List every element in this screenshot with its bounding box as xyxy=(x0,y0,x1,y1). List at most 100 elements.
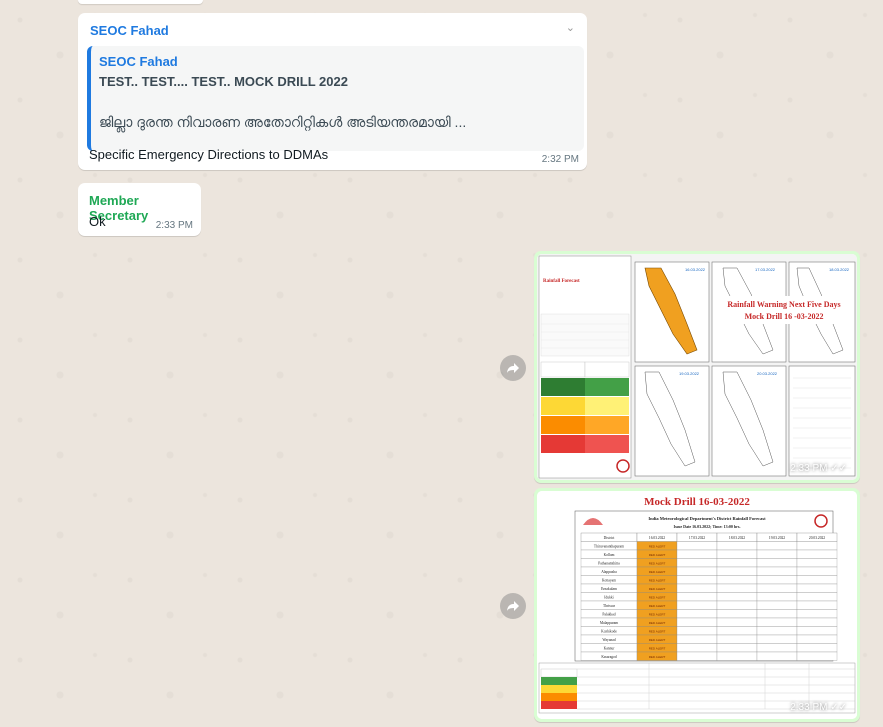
table-cell xyxy=(716,549,758,559)
table-cell xyxy=(676,651,718,661)
map-date-2: 17.03.2022 xyxy=(755,267,776,272)
district-name: Malappuram xyxy=(600,621,619,625)
message-sender[interactable]: SEOC Fahad xyxy=(90,23,169,38)
table-cell xyxy=(676,558,718,568)
image-message-rainfall-maps[interactable]: Rainfall Forecast 16.03.2022 17.03.2022 … xyxy=(534,251,860,483)
image-message-district-forecast[interactable]: Mock Drill 16-03-2022 India Meteorologic… xyxy=(534,488,860,722)
message-bubble-member-secretary[interactable]: Member Secretary Ok 2:33 PM xyxy=(78,183,201,236)
message-time: 2:33 PM xyxy=(155,220,193,231)
table-cell xyxy=(756,575,798,585)
quoted-sender: SEOC Fahad xyxy=(99,54,178,69)
map-date-5: 20.03.2022 xyxy=(757,371,778,376)
table-cell xyxy=(716,634,758,644)
rainfall-forecast-label: Rainfall Forecast xyxy=(543,279,580,284)
district-name: Kannur xyxy=(604,647,616,651)
table-cell xyxy=(716,558,758,568)
previous-message-edge xyxy=(78,0,203,4)
table-cell xyxy=(716,583,758,593)
table-cell xyxy=(796,600,838,610)
table-cell xyxy=(676,609,718,619)
quoted-text-line1: TEST.. TEST.... TEST.. MOCK DRILL 2022 xyxy=(99,74,348,89)
message-text: Specific Emergency Directions to DDMAs xyxy=(89,147,329,162)
district-name: Palakkad xyxy=(602,613,615,617)
table-cell xyxy=(716,566,758,576)
table-subtitle: Issue Date 16.03.2022; Time: 13:00 hrs. xyxy=(674,524,741,529)
table-cell xyxy=(756,626,798,636)
table-cell xyxy=(756,541,798,551)
table-cell xyxy=(796,617,838,627)
table-header-label: District xyxy=(604,536,615,540)
table-header-label: 17.03.2022 xyxy=(689,536,705,540)
table-cell xyxy=(756,566,798,576)
table-cell xyxy=(756,651,798,661)
table-cell xyxy=(676,583,718,593)
table-cell xyxy=(676,643,718,653)
forward-icon[interactable] xyxy=(500,355,526,381)
alert-label: RED ALERT xyxy=(649,647,666,651)
district-name: Kollam xyxy=(604,553,615,557)
table-cell xyxy=(756,634,798,644)
district-name: Kasaragod xyxy=(601,655,617,659)
table-cell xyxy=(796,583,838,593)
table-header-label: 18.03.2022 xyxy=(729,536,745,540)
rainfall-warning-graphic: Rainfall Forecast 16.03.2022 17.03.2022 … xyxy=(537,254,857,480)
table-cell xyxy=(796,609,838,619)
alert-label: RED ALERT xyxy=(649,630,666,634)
table-cell xyxy=(796,566,838,576)
district-name: Thiruvananthapuram xyxy=(594,545,624,549)
alert-label: RED ALERT xyxy=(649,579,666,583)
table-cell xyxy=(796,549,838,559)
table-cell xyxy=(676,566,718,576)
district-name: Idukki xyxy=(604,596,613,600)
map-date-1: 16.03.2022 xyxy=(685,267,706,272)
table-cell xyxy=(676,541,718,551)
table-cell xyxy=(796,643,838,653)
table-cell xyxy=(756,643,798,653)
table-cell xyxy=(676,626,718,636)
chevron-down-icon[interactable]: ⌄ xyxy=(566,21,575,34)
table-cell xyxy=(796,592,838,602)
table-title: India Meteorological Department's Distri… xyxy=(648,516,766,521)
table-cell xyxy=(756,549,798,559)
table-cell xyxy=(716,600,758,610)
image-timestamp: 2:33 PM ✓✓ xyxy=(790,463,847,474)
alert-label: RED ALERT xyxy=(649,621,666,625)
district-name: Thrissur xyxy=(603,604,616,608)
table-cell xyxy=(796,575,838,585)
message-time: 2:32 PM xyxy=(541,154,579,165)
alert-label: RED ALERT xyxy=(649,613,666,617)
table-header-label: 19.03.2022 xyxy=(769,536,785,540)
table-header-label: 20.03.2022 xyxy=(809,536,825,540)
table-cell xyxy=(796,541,838,551)
message-bubble-seoc[interactable]: SEOC Fahad ⌄ SEOC Fahad TEST.. TEST.... … xyxy=(78,13,587,170)
district-name: Alappuzha xyxy=(601,570,617,574)
alert-label: RED ALERT xyxy=(649,562,666,566)
table-cell xyxy=(716,617,758,627)
district-forecast-image[interactable]: Mock Drill 16-03-2022 India Meteorologic… xyxy=(537,491,857,719)
table-cell xyxy=(676,592,718,602)
alert-label: RED ALERT xyxy=(649,596,666,600)
table-header-label: 16.03.2022 xyxy=(649,536,665,540)
table-cell xyxy=(716,643,758,653)
district-name: Pathanamthitta xyxy=(598,562,620,566)
table-cell xyxy=(756,617,798,627)
alert-label: RED ALERT xyxy=(649,604,666,608)
table-cell xyxy=(796,634,838,644)
table-cell xyxy=(756,583,798,593)
table-cell xyxy=(676,617,718,627)
table-cell xyxy=(676,549,718,559)
rainfall-warning-image[interactable]: Rainfall Forecast 16.03.2022 17.03.2022 … xyxy=(537,254,857,480)
table-cell xyxy=(756,609,798,619)
alert-label: RED ALERT xyxy=(649,638,666,642)
table-cell xyxy=(676,600,718,610)
forward-icon[interactable] xyxy=(500,593,526,619)
table-cell xyxy=(716,575,758,585)
alert-label: RED ALERT xyxy=(649,655,666,659)
district-name: Wayanad xyxy=(602,638,615,642)
image-timestamp: 2:33 PM ✓✓ xyxy=(790,702,847,713)
table-cell xyxy=(756,592,798,602)
quoted-text-line2: ജില്ലാ ദുരന്ത നിവാരണ അതോറിറ്റികൾ അടിയന്ത… xyxy=(99,114,467,130)
table-cell xyxy=(716,651,758,661)
quoted-message[interactable]: SEOC Fahad TEST.. TEST.... TEST.. MOCK D… xyxy=(87,46,584,151)
table-cell xyxy=(796,558,838,568)
